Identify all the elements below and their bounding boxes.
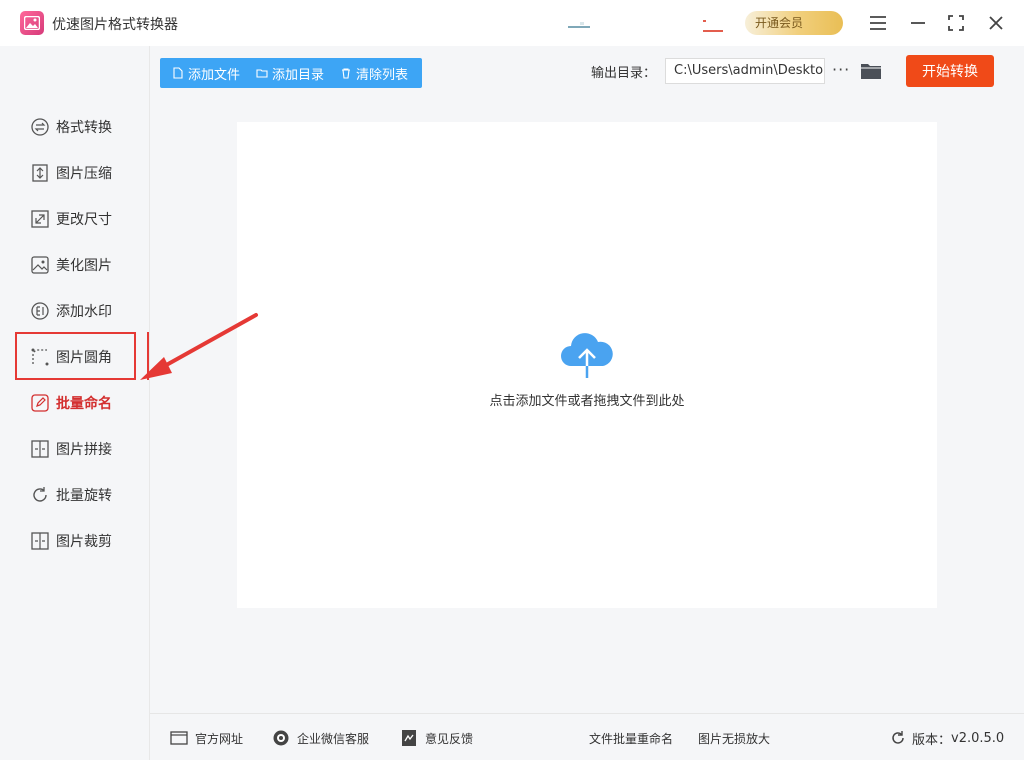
sidebar-item-label: 格式转换 — [56, 120, 112, 136]
app-logo — [20, 11, 44, 35]
sidebar-item-label: 图片压缩 — [56, 166, 112, 182]
cloud-upload-icon — [561, 333, 613, 378]
output-dir-field[interactable]: C:\Users\admin\Desktop — [665, 58, 825, 84]
sidebar-item-format-convert[interactable]: 格式转换 — [30, 115, 112, 139]
add-file-label: 添加文件 — [188, 67, 241, 83]
beautify-icon — [31, 256, 49, 274]
file-toolbar: 添加文件 添加目录 清除列表 — [160, 58, 422, 88]
sidebar-item-compress[interactable]: 图片压缩 — [30, 161, 112, 185]
sidebar: 格式转换 图片压缩 更改尺寸 美化图片 添加水印 图片圆角 批量命名 图片拼接 … — [0, 46, 150, 760]
app-title: 优速图片格式转换器 — [52, 17, 178, 33]
batch-rename-link[interactable]: 文件批量重命名 — [589, 728, 673, 748]
maximize-button[interactable] — [944, 11, 968, 35]
version-info: 版本： v2.0.5.0 — [890, 728, 1004, 748]
minimize-button[interactable] — [906, 11, 930, 35]
file-dropzone[interactable]: 点击添加文件或者拖拽文件到此处 — [237, 122, 937, 608]
open-folder-button[interactable] — [860, 61, 882, 81]
vip-badge[interactable]: 开通会员 — [745, 11, 843, 35]
sidebar-item-rotate[interactable]: 批量旋转 — [30, 483, 112, 507]
sidebar-item-batch-rename[interactable]: 批量命名 — [30, 391, 112, 415]
sidebar-item-label: 图片裁剪 — [56, 534, 112, 550]
resize-icon — [31, 210, 49, 228]
add-file-button[interactable]: 添加文件 — [172, 58, 240, 88]
sidebar-item-crop[interactable]: 图片裁剪 — [30, 529, 112, 553]
sidebar-item-stitch[interactable]: 图片拼接 — [30, 437, 112, 461]
feedback-link[interactable]: 意见反馈 — [400, 728, 473, 748]
version-number: v2.0.5.0 — [951, 730, 1005, 746]
folder-outline-icon — [256, 69, 268, 78]
version-label: 版本： — [912, 732, 952, 748]
batch-rename-link-label: 文件批量重命名 — [589, 731, 674, 746]
sidebar-item-label: 添加水印 — [56, 304, 112, 320]
hamburger-icon — [870, 16, 886, 30]
vip-label: 开通会员 — [755, 16, 804, 30]
lossless-enlarge-link[interactable]: 图片无损放大 — [698, 728, 770, 748]
wechat-label: 企业微信客服 — [297, 731, 370, 746]
active-indicator-bar — [147, 332, 149, 380]
clear-list-button[interactable]: 清除列表 — [340, 58, 408, 88]
format-convert-icon — [31, 118, 49, 136]
decorative-mark — [568, 22, 590, 28]
footer: 官方网址 企业微信客服 意见反馈 文件批量重命名 图片无损放大 版本： v2.0… — [150, 713, 1024, 760]
wechat-support-link[interactable]: 企业微信客服 — [272, 728, 369, 748]
main-area: 添加文件 添加目录 清除列表 输出目录： C:\Users\admin\Desk… — [150, 46, 1024, 760]
sidebar-item-beautify[interactable]: 美化图片 — [30, 253, 112, 277]
sidebar-item-label: 批量旋转 — [56, 488, 112, 504]
start-convert-button[interactable]: 开始转换 — [906, 55, 994, 87]
add-folder-label: 添加目录 — [272, 67, 325, 83]
folder-icon — [861, 64, 881, 79]
close-icon — [989, 16, 1003, 30]
sidebar-item-label: 图片拼接 — [56, 442, 112, 458]
wechat-icon — [273, 730, 289, 746]
compress-icon — [32, 164, 48, 182]
more-options-button[interactable]: ··· — [832, 60, 850, 80]
watermark-icon — [31, 302, 49, 320]
lossless-enlarge-link-label: 图片无损放大 — [698, 731, 771, 746]
feedback-label: 意见反馈 — [425, 731, 474, 746]
active-highlight-box — [15, 332, 136, 380]
menu-button[interactable] — [866, 11, 890, 35]
file-icon — [173, 67, 183, 79]
decorative-mark — [703, 20, 723, 32]
sidebar-item-label: 美化图片 — [56, 258, 112, 274]
feedback-icon — [402, 730, 416, 746]
website-link[interactable]: 官方网址 — [170, 728, 243, 748]
website-label: 官方网址 — [195, 731, 244, 746]
close-button[interactable] — [984, 11, 1008, 35]
crop-icon — [31, 532, 49, 550]
clear-list-label: 清除列表 — [356, 67, 409, 83]
minimize-icon — [911, 22, 925, 24]
refresh-icon[interactable] — [890, 730, 906, 746]
rename-icon — [31, 394, 49, 412]
sidebar-item-label: 更改尺寸 — [56, 212, 112, 228]
stitch-icon — [31, 440, 49, 458]
website-icon — [170, 731, 188, 745]
dropzone-hint: 点击添加文件或者拖拽文件到此处 — [489, 394, 685, 409]
trash-icon — [342, 68, 351, 79]
rotate-icon — [33, 487, 47, 502]
sidebar-item-label: 批量命名 — [56, 396, 112, 412]
add-folder-button[interactable]: 添加目录 — [256, 58, 324, 88]
sidebar-item-resize[interactable]: 更改尺寸 — [30, 207, 112, 231]
maximize-icon — [948, 15, 964, 31]
title-bar: 优速图片格式转换器 开通会员 — [0, 0, 1024, 46]
output-dir-label: 输出目录： — [591, 66, 657, 81]
sidebar-item-watermark[interactable]: 添加水印 — [30, 299, 112, 323]
